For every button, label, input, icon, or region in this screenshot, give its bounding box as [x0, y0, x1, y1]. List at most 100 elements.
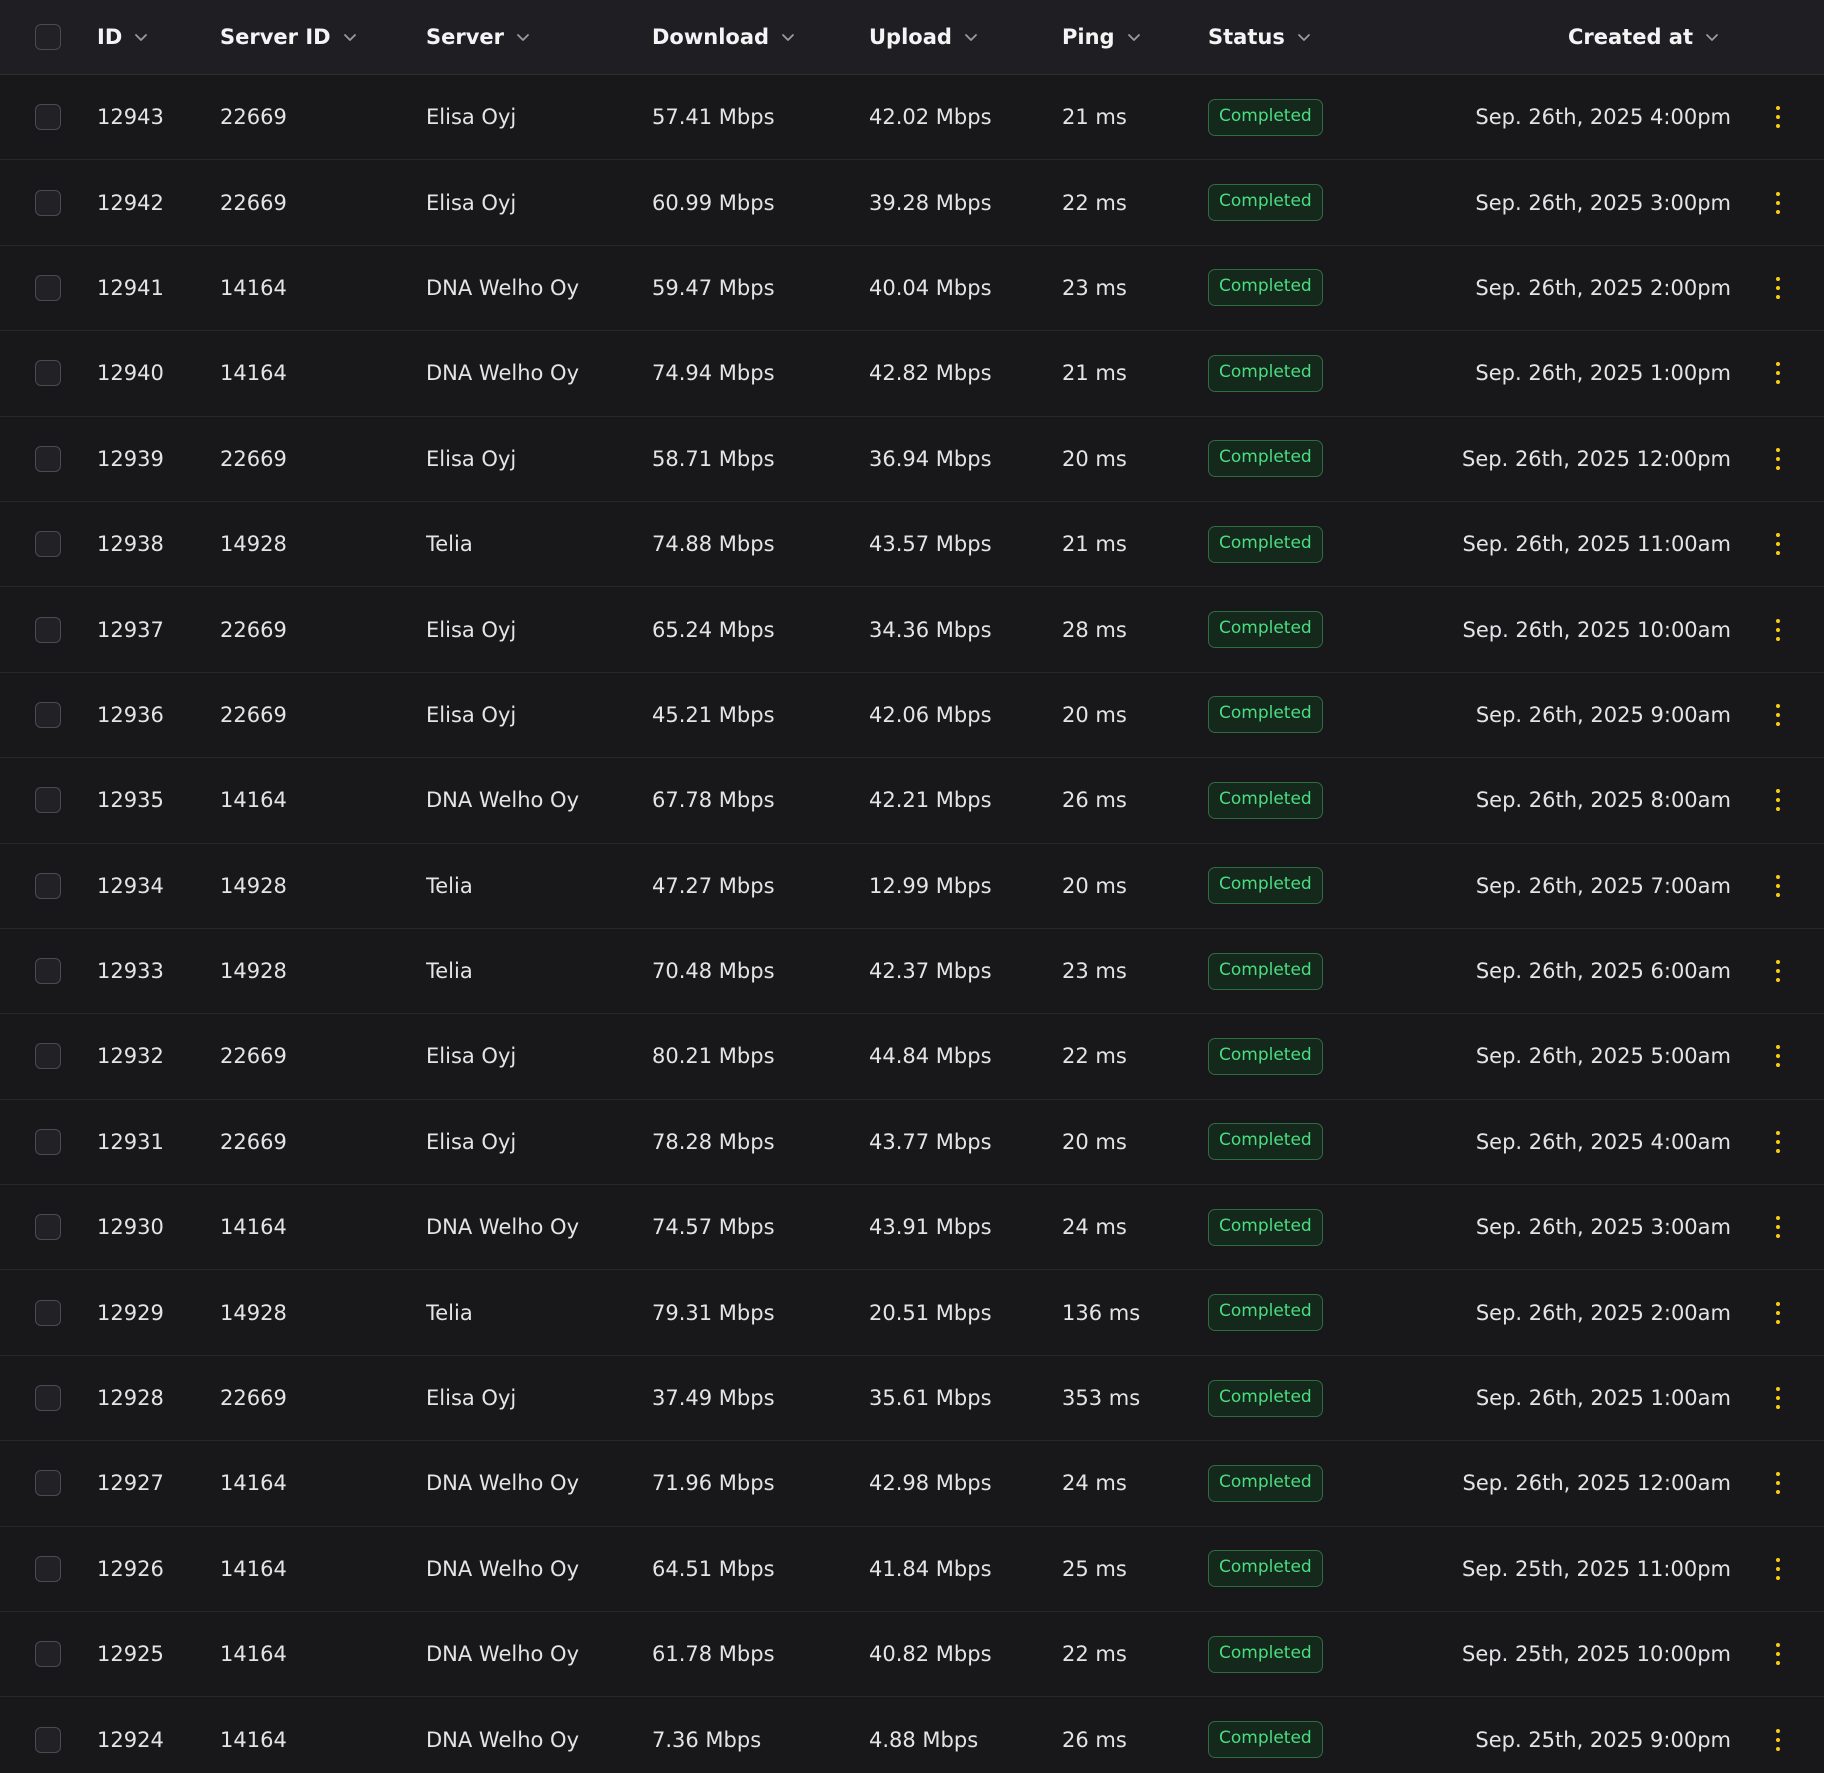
row-checkbox[interactable]	[35, 189, 61, 216]
cell-id: 12930	[97, 1215, 164, 1240]
row-checkbox[interactable]	[35, 1128, 61, 1155]
row-checkbox[interactable]	[35, 531, 61, 558]
more-vertical-icon[interactable]	[1766, 872, 1790, 900]
cell-server-id: 14928	[220, 532, 287, 557]
table-row: 12942 22669 Elisa Oyj 60.99 Mbps 39.28 M…	[0, 160, 1824, 246]
cell-server-id: 22669	[220, 1129, 287, 1154]
row-checkbox[interactable]	[35, 1470, 61, 1497]
row-checkbox[interactable]	[35, 1214, 61, 1241]
cell-created-at: Sep. 26th, 2025 2:00pm	[1475, 275, 1731, 300]
cell-download: 74.88 Mbps	[652, 532, 775, 557]
cell-id: 12939	[97, 446, 164, 471]
cell-id: 12943	[97, 105, 164, 130]
row-checkbox[interactable]	[35, 1555, 61, 1582]
column-header-created-at[interactable]: Created at	[1403, 25, 1731, 49]
row-checkbox[interactable]	[35, 1641, 61, 1668]
cell-server-id: 22669	[220, 702, 287, 727]
more-vertical-icon[interactable]	[1766, 1555, 1790, 1583]
more-vertical-icon[interactable]	[1766, 359, 1790, 387]
row-checkbox[interactable]	[35, 1385, 61, 1412]
column-header-status[interactable]: Status	[1208, 25, 1403, 49]
cell-created-at: Sep. 26th, 2025 12:00am	[1462, 1471, 1731, 1496]
cell-server-id: 14164	[220, 1556, 287, 1581]
column-header-ping[interactable]: Ping	[1062, 25, 1208, 49]
more-vertical-icon[interactable]	[1766, 1384, 1790, 1412]
more-vertical-icon[interactable]	[1766, 189, 1790, 217]
table-row: 12935 14164 DNA Welho Oy 67.78 Mbps 42.2…	[0, 758, 1824, 844]
more-vertical-icon[interactable]	[1766, 957, 1790, 985]
cell-upload: 39.28 Mbps	[869, 190, 992, 215]
more-vertical-icon[interactable]	[1766, 1042, 1790, 1070]
row-checkbox[interactable]	[35, 1299, 61, 1326]
column-header-upload[interactable]: Upload	[869, 25, 1062, 49]
cell-download: 65.24 Mbps	[652, 617, 775, 642]
cell-created-at: Sep. 26th, 2025 4:00am	[1475, 1129, 1731, 1154]
more-vertical-icon[interactable]	[1766, 1726, 1790, 1754]
cell-server-id: 22669	[220, 105, 287, 130]
cell-created-at: Sep. 26th, 2025 9:00am	[1475, 702, 1731, 727]
cell-ping: 22 ms	[1062, 1642, 1127, 1667]
cell-server: Telia	[426, 1300, 473, 1325]
table-row: 12931 22669 Elisa Oyj 78.28 Mbps 43.77 M…	[0, 1100, 1824, 1186]
column-header-server[interactable]: Server	[426, 25, 652, 49]
cell-upload: 4.88 Mbps	[869, 1727, 979, 1752]
table-row: 12936 22669 Elisa Oyj 45.21 Mbps 42.06 M…	[0, 673, 1824, 759]
more-vertical-icon[interactable]	[1766, 1469, 1790, 1497]
row-checkbox[interactable]	[35, 787, 61, 814]
row-checkbox[interactable]	[35, 360, 61, 387]
cell-server: Telia	[426, 532, 473, 557]
cell-server-id: 22669	[220, 190, 287, 215]
row-checkbox[interactable]	[35, 104, 61, 131]
status-badge: Completed	[1208, 1123, 1323, 1161]
row-checkbox[interactable]	[35, 958, 61, 985]
select-all-checkbox[interactable]	[35, 24, 61, 50]
column-header-download[interactable]: Download	[652, 25, 869, 49]
cell-id: 12928	[97, 1386, 164, 1411]
column-header-server-id[interactable]: Server ID	[220, 25, 426, 49]
more-vertical-icon[interactable]	[1766, 103, 1790, 131]
cell-upload: 43.77 Mbps	[869, 1129, 992, 1154]
more-vertical-icon[interactable]	[1766, 1299, 1790, 1327]
row-checkbox[interactable]	[35, 616, 61, 643]
more-vertical-icon[interactable]	[1766, 445, 1790, 473]
row-checkbox[interactable]	[35, 274, 61, 301]
cell-server-id: 14164	[220, 361, 287, 386]
cell-server: DNA Welho Oy	[426, 1471, 579, 1496]
cell-upload: 40.04 Mbps	[869, 275, 992, 300]
more-vertical-icon[interactable]	[1766, 530, 1790, 558]
more-vertical-icon[interactable]	[1766, 1128, 1790, 1156]
cell-server: Elisa Oyj	[426, 446, 517, 471]
row-checkbox[interactable]	[35, 1043, 61, 1070]
table-row: 12933 14928 Telia 70.48 Mbps 42.37 Mbps …	[0, 929, 1824, 1015]
column-header-id[interactable]: ID	[97, 25, 220, 49]
cell-ping: 353 ms	[1062, 1386, 1141, 1411]
cell-id: 12929	[97, 1300, 164, 1325]
cell-created-at: Sep. 26th, 2025 5:00am	[1475, 1044, 1731, 1069]
more-vertical-icon[interactable]	[1766, 616, 1790, 644]
cell-created-at: Sep. 26th, 2025 2:00am	[1475, 1300, 1731, 1325]
more-vertical-icon[interactable]	[1766, 1213, 1790, 1241]
row-checkbox[interactable]	[35, 445, 61, 472]
row-checkbox[interactable]	[35, 872, 61, 899]
more-vertical-icon[interactable]	[1766, 1640, 1790, 1668]
row-checkbox[interactable]	[35, 701, 61, 728]
cell-server: Elisa Oyj	[426, 190, 517, 215]
cell-ping: 25 ms	[1062, 1556, 1127, 1581]
cell-download: 74.57 Mbps	[652, 1215, 775, 1240]
more-vertical-icon[interactable]	[1766, 274, 1790, 302]
more-vertical-icon[interactable]	[1766, 701, 1790, 729]
more-vertical-icon[interactable]	[1766, 786, 1790, 814]
cell-download: 7.36 Mbps	[652, 1727, 762, 1752]
status-badge: Completed	[1208, 1635, 1323, 1673]
cell-server-id: 22669	[220, 1044, 287, 1069]
row-checkbox[interactable]	[35, 1726, 61, 1753]
cell-server-id: 22669	[220, 446, 287, 471]
cell-upload: 42.06 Mbps	[869, 702, 992, 727]
cell-id: 12925	[97, 1642, 164, 1667]
cell-download: 74.94 Mbps	[652, 361, 775, 386]
cell-server-id: 14164	[220, 1471, 287, 1496]
status-badge: Completed	[1208, 611, 1323, 649]
cell-ping: 20 ms	[1062, 702, 1127, 727]
cell-server-id: 22669	[220, 1386, 287, 1411]
status-badge: Completed	[1208, 184, 1323, 222]
